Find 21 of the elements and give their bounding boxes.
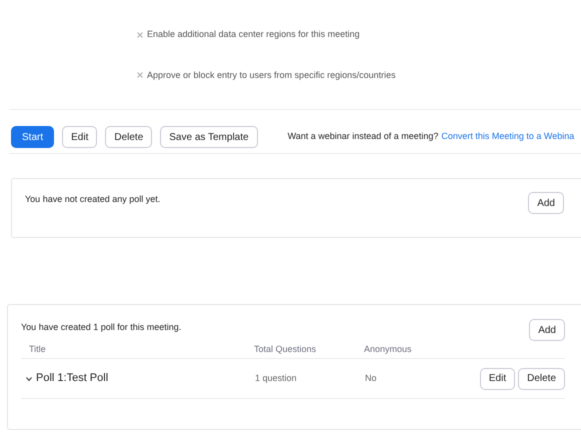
webinar-prompt: Want a webinar instead of a meeting? bbox=[288, 130, 438, 144]
chevron-icon[interactable] bbox=[26, 376, 32, 380]
add-button[interactable]: Add bbox=[528, 192, 564, 214]
table-cell-text: No bbox=[365, 372, 377, 385]
action-button[interactable]: Delete bbox=[105, 126, 152, 148]
convert-link[interactable]: Convert this Meeting to a Webina bbox=[441, 130, 574, 144]
action-button[interactable]: Save as Template bbox=[160, 126, 258, 148]
option-label: Approve or block entry to users from specific regions/countries bbox=[147, 68, 396, 82]
poll-count-message: You have created 1 poll for this meeting. bbox=[21, 321, 182, 334]
action-button[interactable]: Edit bbox=[62, 126, 98, 148]
empty-poll-message: You have not created any poll yet. bbox=[25, 193, 160, 206]
column-header: Anonymous bbox=[364, 342, 412, 356]
table-cell-text: 1 question bbox=[255, 372, 298, 385]
poll-title: Poll 1:Test Poll bbox=[36, 371, 110, 386]
column-header: Total Questions bbox=[254, 342, 318, 356]
row-action-button[interactable]: Edit bbox=[480, 368, 516, 390]
column-header: Title bbox=[29, 342, 47, 356]
option-label: Enable additional data center regions for this meeting bbox=[147, 28, 360, 41]
row-action-button[interactable]: Delete bbox=[518, 368, 565, 390]
add-button[interactable]: Add bbox=[529, 319, 565, 341]
start-button[interactable]: Start bbox=[11, 126, 54, 148]
